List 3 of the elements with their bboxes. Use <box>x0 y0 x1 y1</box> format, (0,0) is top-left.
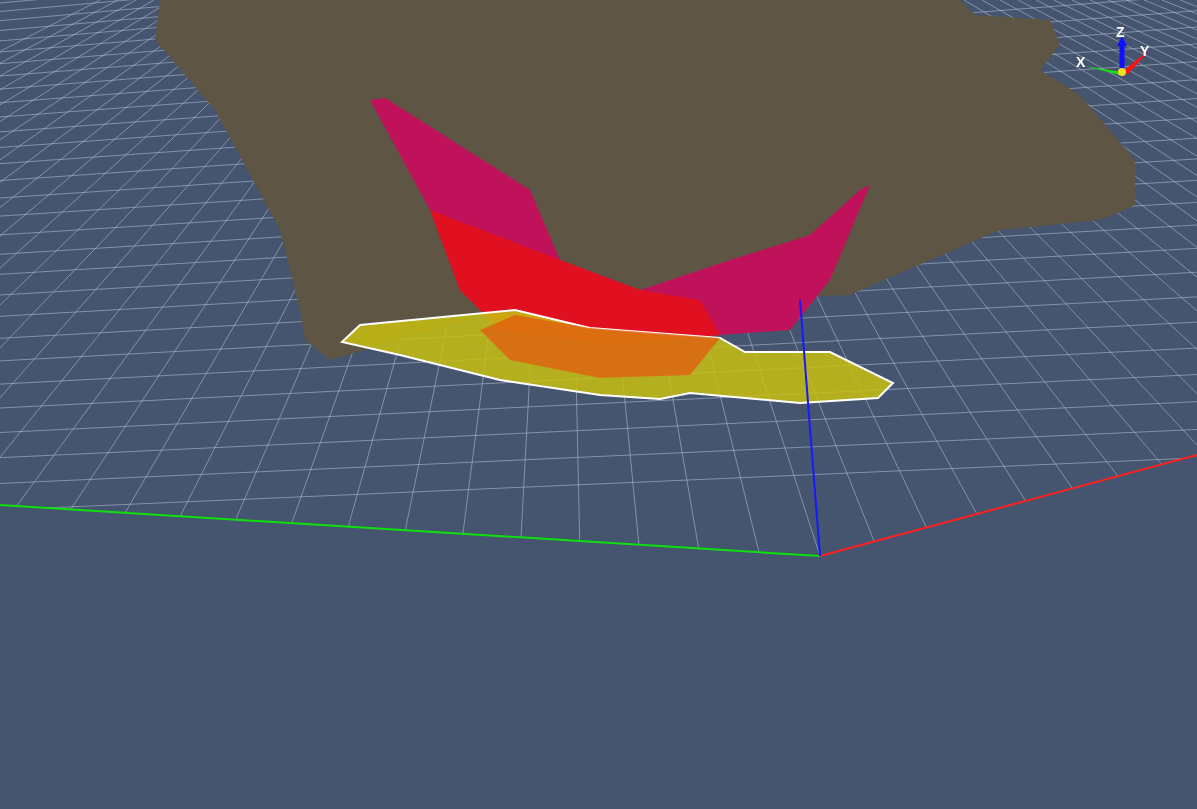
y-axis-label: Y <box>1140 44 1150 58</box>
x-axis-label: X <box>1076 55 1086 69</box>
z-axis-label: Z <box>1116 25 1125 39</box>
